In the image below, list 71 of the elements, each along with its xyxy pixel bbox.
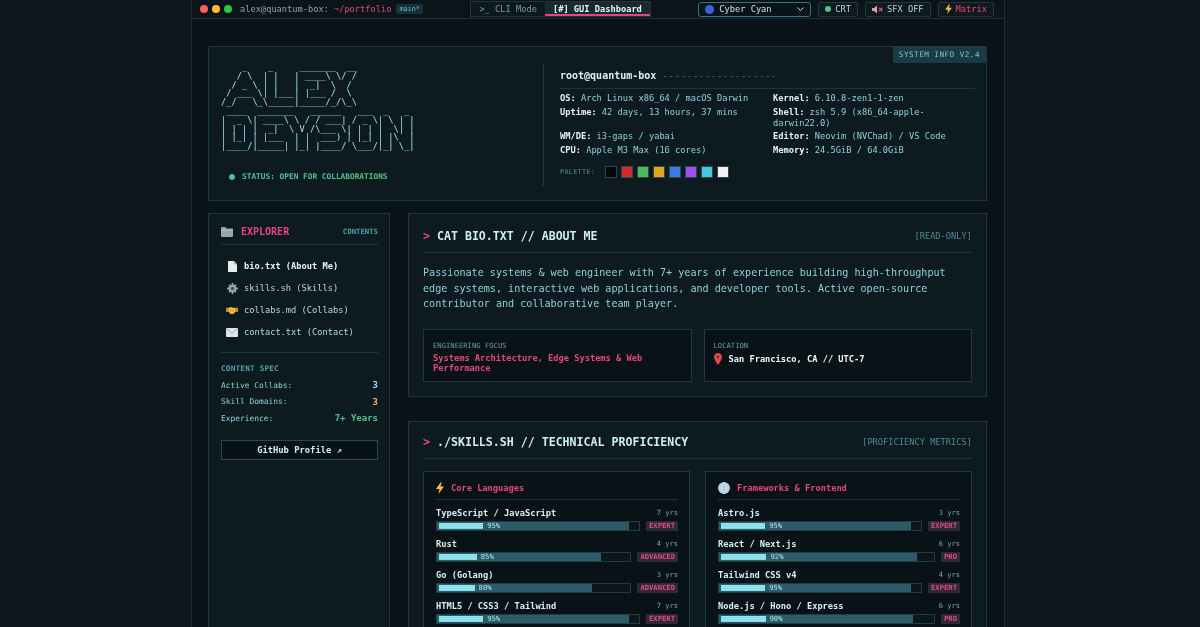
skill-name: Tailwind CSS v4 — [718, 569, 797, 580]
highlight-stripe — [721, 522, 766, 529]
skill-name: Node.js / Hono / Express — [718, 600, 844, 611]
read-only-tag: [READ-ONLY] — [914, 231, 972, 241]
file-link[interactable]: contact.txt (Contact) — [221, 321, 378, 343]
minimize-dot-icon[interactable] — [212, 5, 220, 13]
highlight-stripe — [721, 615, 766, 622]
theme-dropdown[interactable]: Cyber Cyan — [698, 1, 812, 17]
map-pin-icon — [713, 352, 722, 365]
skill-name: TypeScript / JavaScript — [436, 507, 557, 518]
directory-path: ~/portfolio — [333, 4, 392, 14]
matrix-toggle[interactable]: Matrix — [937, 1, 994, 17]
prompt-symbol: > — [423, 434, 430, 449]
spec-value: 7+ Years — [334, 413, 378, 424]
info-line: OS: Arch Linux x86_64 / macOS Darwin — [560, 93, 750, 104]
info-line: Editor: Neovim (NVChad) / VS Code — [773, 131, 947, 142]
highlight-stripe — [439, 522, 484, 529]
file-link[interactable]: collabs.md (Collabs) — [221, 299, 378, 321]
dashed-rule: ------------------- — [662, 70, 777, 81]
close-dot-icon[interactable] — [200, 5, 208, 13]
skill-name: Go (Golang) — [436, 569, 494, 580]
info-line: Memory: 24.5GiB / 64.0GiB — [773, 144, 905, 156]
profile-link-button[interactable]: GitHub Profile ↗ — [221, 440, 378, 460]
info-line: CPU: Apple M3 Max (16 cores) — [560, 144, 708, 156]
lightning-icon — [436, 481, 444, 494]
document-icon — [227, 260, 237, 272]
skill-name: HTML5 / CSS3 / Tailwind — [436, 600, 557, 611]
bio-paragraph: Passionate systems & web engineer with 7+ years of experience building high-throughput edge systems, interactive web applications, and developer tools. Active open-source contributor and collaborative team player. — [423, 266, 947, 312]
crt-toggle[interactable]: CRT — [818, 1, 858, 17]
maximize-dot-icon[interactable] — [224, 5, 232, 13]
mode-tab[interactable]: >_ CLI Mode — [471, 2, 545, 16]
handshake-icon — [226, 305, 238, 315]
muted-speaker-icon — [872, 4, 883, 14]
sound-toggle[interactable]: SFX OFF — [865, 1, 931, 17]
section-title: CAT BIO.TXT // ABOUT ME — [437, 229, 598, 243]
metrics-tag: [PROFICIENCY METRICS] — [862, 436, 972, 447]
user-host-label: alex@quantum-box: — [240, 4, 329, 14]
panel-title: EXPLORER — [241, 226, 290, 237]
ascii-art-name: _ _ _______ __ / \ | | | ____\ \/ / / _ \ | | | _| \ / / ___ \| |___| |___ / \ /_/ \_\_____|_____/_/\_\ ____ _______ ______ ___ _ _ | _ \| ____\ \ / / ___| / _ \| \ | | | | | | _| \ V /\___ \| | | | \| | | |_| | |___ | | ___) | |_| | |\ | |____/|_____| |_| |____/ \___/|_| \_| — [221, 63, 415, 151]
folder-icon — [221, 226, 233, 237]
file-link[interactable]: skills.sh (Skills) — [221, 277, 378, 299]
highlight-stripe — [439, 584, 475, 591]
info-line: Kernel: 6.10.8-zen1-1-zen — [773, 93, 905, 104]
globe-icon — [718, 481, 730, 494]
caret-icon — [797, 7, 805, 11]
highlight-stripe — [721, 584, 766, 591]
skill-name: Rust — [436, 538, 457, 549]
highlight-stripe — [439, 553, 477, 560]
gear-icon — [226, 282, 238, 294]
section-title: ./SKILLS.SH // TECHNICAL PROFICIENCY — [437, 434, 689, 449]
group-title: Frameworks & Frontend — [737, 482, 847, 493]
mode-tab[interactable]: [#] GUI Dashboard — [544, 2, 650, 16]
status-dot-icon — [229, 173, 235, 180]
prompt-symbol: > — [423, 229, 430, 243]
highlight-stripe — [439, 615, 484, 622]
highlight-stripe — [721, 553, 767, 560]
skill-name: Astro.js — [718, 507, 760, 518]
skill-name: React / Next.js — [718, 538, 797, 549]
file-link[interactable]: bio.txt (About Me) — [221, 255, 378, 277]
group-title: Core Languages — [451, 482, 525, 493]
info-line: Uptime: 42 days, 13 hours, 37 mins — [560, 106, 739, 119]
lightning-icon — [944, 4, 952, 14]
envelope-icon — [226, 327, 238, 337]
info-line: WM/DE: i3-gaps / yabai — [560, 131, 677, 142]
hostname-label: root@quantum-box — [560, 70, 657, 81]
info-value: Systems Architecture, Edge Systems & Web Performance — [433, 352, 644, 374]
theme-dot-icon — [705, 4, 715, 14]
spec-value: 3 — [372, 396, 378, 407]
spec-value: 3 — [372, 380, 378, 391]
location-text: San Francisco, CA // UTC-7 — [728, 353, 865, 365]
info-line: Shell: zsh 5.9 (x86_64-apple-darwin22.0) — [773, 106, 926, 129]
